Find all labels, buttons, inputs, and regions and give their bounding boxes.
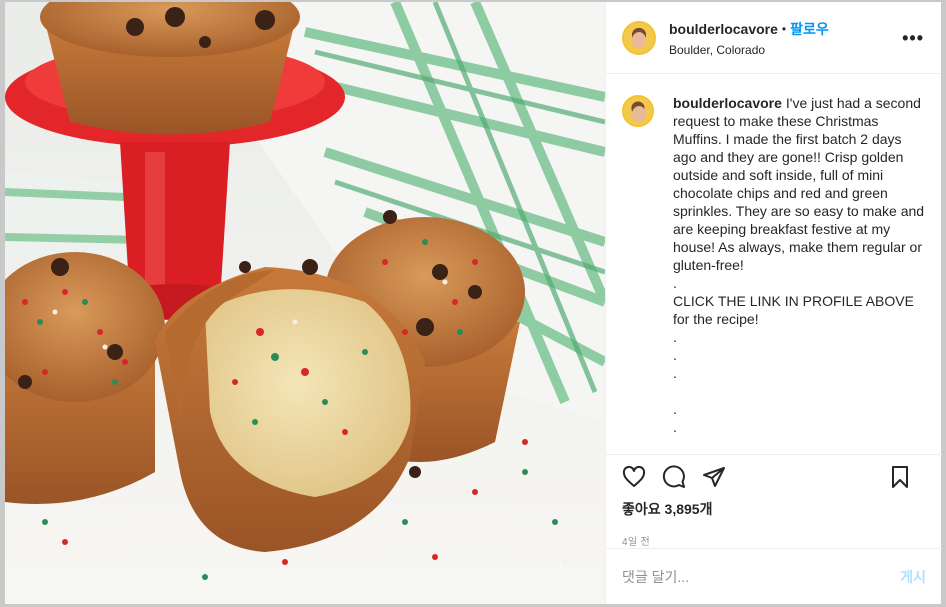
bookmark-icon[interactable]	[888, 465, 912, 489]
comment-icon[interactable]	[662, 465, 686, 489]
caption-username[interactable]: boulderlocavore	[673, 95, 782, 111]
caption-section: boulderlocavore I've just had a second re…	[606, 74, 941, 454]
more-options-icon[interactable]: •••	[902, 28, 924, 49]
caption-author-avatar[interactable]	[622, 95, 654, 127]
caption-line: .	[673, 419, 677, 435]
post-timestamp[interactable]: 4일 전	[606, 519, 942, 548]
caption-line: .	[673, 401, 677, 417]
author-row: boulderlocavore • 팔로우	[669, 19, 829, 39]
caption-line	[673, 382, 925, 400]
post-image[interactable]	[5, 2, 605, 604]
caption-line: .	[673, 275, 677, 291]
post-header: boulderlocavore • 팔로우 Boulder, Colorado …	[606, 2, 941, 74]
comment-input[interactable]	[622, 568, 901, 585]
caption-text: boulderlocavore I've just had a second re…	[673, 94, 925, 436]
post-actions: 좋아요 3,895개 4일 전	[606, 454, 942, 548]
share-icon[interactable]	[702, 465, 726, 489]
muffins-photo	[5, 2, 605, 604]
comment-form: 게시	[606, 548, 942, 604]
post-comment-button[interactable]: 게시	[900, 567, 926, 587]
caption-row: boulderlocavore I've just had a second re…	[622, 94, 925, 436]
post-location[interactable]: Boulder, Colorado	[669, 43, 829, 57]
author-info: boulderlocavore • 팔로우 Boulder, Colorado	[669, 19, 829, 57]
author-avatar[interactable]	[622, 20, 656, 55]
caption-line: I've just had a second request to make t…	[673, 95, 925, 273]
author-username[interactable]: boulderlocavore	[669, 21, 778, 37]
caption-line: .	[673, 365, 677, 381]
follow-button[interactable]: 팔로우	[790, 19, 829, 39]
action-icons	[606, 455, 942, 499]
caption-line: .	[673, 347, 677, 363]
heart-icon[interactable]	[622, 465, 646, 489]
post-side-panel: boulderlocavore • 팔로우 Boulder, Colorado …	[605, 2, 942, 604]
caption-line: .	[673, 329, 677, 345]
caption-line: CLICK THE LINK IN PROFILE ABOVE for the …	[673, 293, 914, 327]
like-count[interactable]: 좋아요 3,895개	[606, 499, 942, 519]
separator-dot: •	[781, 21, 787, 36]
